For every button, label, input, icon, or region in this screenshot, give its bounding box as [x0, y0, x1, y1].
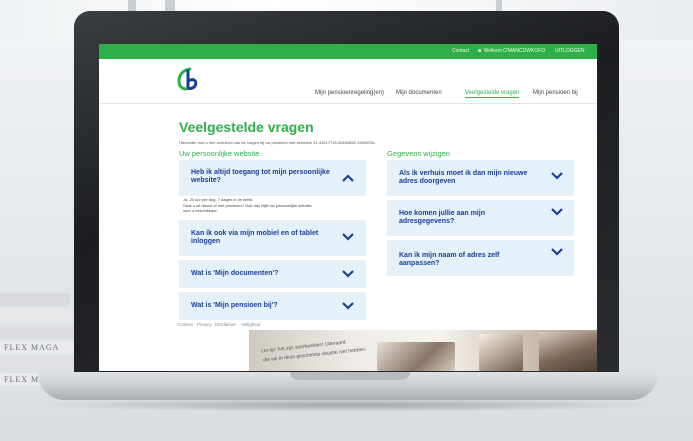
chevron-down-icon: [342, 270, 354, 278]
chevron-down-icon: [551, 172, 563, 180]
page-intro: Hieronder met u een overzicht van de vra…: [179, 140, 377, 145]
right-column-heading: Gegevens wijzigen: [387, 149, 450, 158]
footer: Cookies Privacy Disclaimer Veiligheid: [99, 320, 597, 330]
nav-item-regeling[interactable]: Mijn pensioenregeling(en): [315, 90, 384, 96]
footer-link-disclaimer[interactable]: Disclaimer: [215, 322, 236, 327]
faq-item-mobiel[interactable]: Kan ik ook via mijn mobiel en of tablet …: [179, 220, 366, 256]
magazine: [0, 293, 70, 306]
photo-couple: [377, 342, 455, 371]
browser-viewport: Contact ☻ Welkom O'MANCDWKOFO UITLOGGEN …: [99, 44, 597, 371]
logout-link[interactable]: UITLOGGEN: [555, 48, 584, 54]
faq-item-pensioen-bij[interactable]: Wat is 'Mijn pensioen bij'?: [179, 292, 366, 320]
chevron-up-icon: [342, 174, 354, 182]
user-link[interactable]: ☻ Welkom O'MANCDWKOFO: [477, 48, 545, 54]
footer-link-veiligheid[interactable]: Veiligheid: [241, 322, 260, 327]
faq-question: Kan ik mijn naam of adres zelf aanpassen…: [399, 252, 500, 267]
faq-answer: Ja, 24 uur per dag, 7 dagen in de week. …: [179, 196, 366, 218]
top-bar: Contact ☻ Welkom O'MANCDWKOFO UITLOGGEN: [99, 44, 597, 59]
gb-logo-icon[interactable]: [177, 67, 199, 91]
chevron-down-icon: [551, 248, 563, 256]
faq-question: Wat is 'Mijn documenten'?: [191, 270, 279, 277]
faq-item-documenten[interactable]: Wat is 'Mijn documenten'?: [179, 260, 366, 288]
faq-question: Kan ik ook via mijn mobiel en of tablet …: [191, 230, 319, 245]
faq-answer-line: voor u beschikbaar.: [183, 208, 218, 213]
footer-link-privacy[interactable]: Privacy: [197, 322, 212, 327]
chevron-down-icon: [551, 208, 563, 216]
chevron-down-icon: [342, 302, 354, 310]
magazine: [0, 309, 78, 322]
photo-group: [539, 332, 597, 371]
footer-link-cookies[interactable]: Cookies: [177, 322, 193, 327]
laptop-base-notch: [290, 372, 410, 380]
user-name: Welkom O'MANCDWKOFO: [483, 48, 546, 54]
photo-portrait: [479, 334, 523, 371]
faq-question: Heb ik altijd toegang tot mijn persoonli…: [191, 169, 330, 184]
faq-item-adresgegevens[interactable]: Hoe komen jullie aan mijn adresgegevens?: [387, 200, 574, 236]
promo-photo-strip: Let op: het zijn voorbeelden! Uiteraard …: [249, 330, 597, 371]
faq-question: Wat is 'Mijn pensioen bij'?: [191, 302, 278, 309]
laptop-shadow: [30, 398, 666, 412]
contact-link[interactable]: Contact: [452, 48, 469, 54]
user-icon: ☻: [477, 48, 483, 54]
left-column-heading: Uw persoonlijke website: [179, 149, 260, 158]
chevron-down-icon: [342, 233, 354, 241]
faq-question: Hoe komen jullie aan mijn adresgegevens?: [399, 210, 485, 225]
header-divider: [99, 103, 597, 104]
nav-item-pensioen-bij[interactable]: Mijn pensioen bij: [533, 90, 578, 96]
page-title: Veelgestelde vragen: [179, 119, 314, 135]
faq-item-naam-adres[interactable]: Kan ik mijn naam of adres zelf aanpassen…: [387, 240, 574, 276]
nav-item-documenten[interactable]: Mijn documenten: [396, 90, 442, 96]
nav-item-faq[interactable]: Veelgestelde vragen: [465, 90, 520, 98]
faq-question: Als ik verhuis moet ik dan mijn nieuwe a…: [399, 170, 528, 185]
faq-item-verhuizen[interactable]: Als ik verhuis moet ik dan mijn nieuwe a…: [387, 160, 574, 196]
faq-item-toegang[interactable]: Heb ik altijd toegang tot mijn persoonli…: [179, 160, 366, 196]
